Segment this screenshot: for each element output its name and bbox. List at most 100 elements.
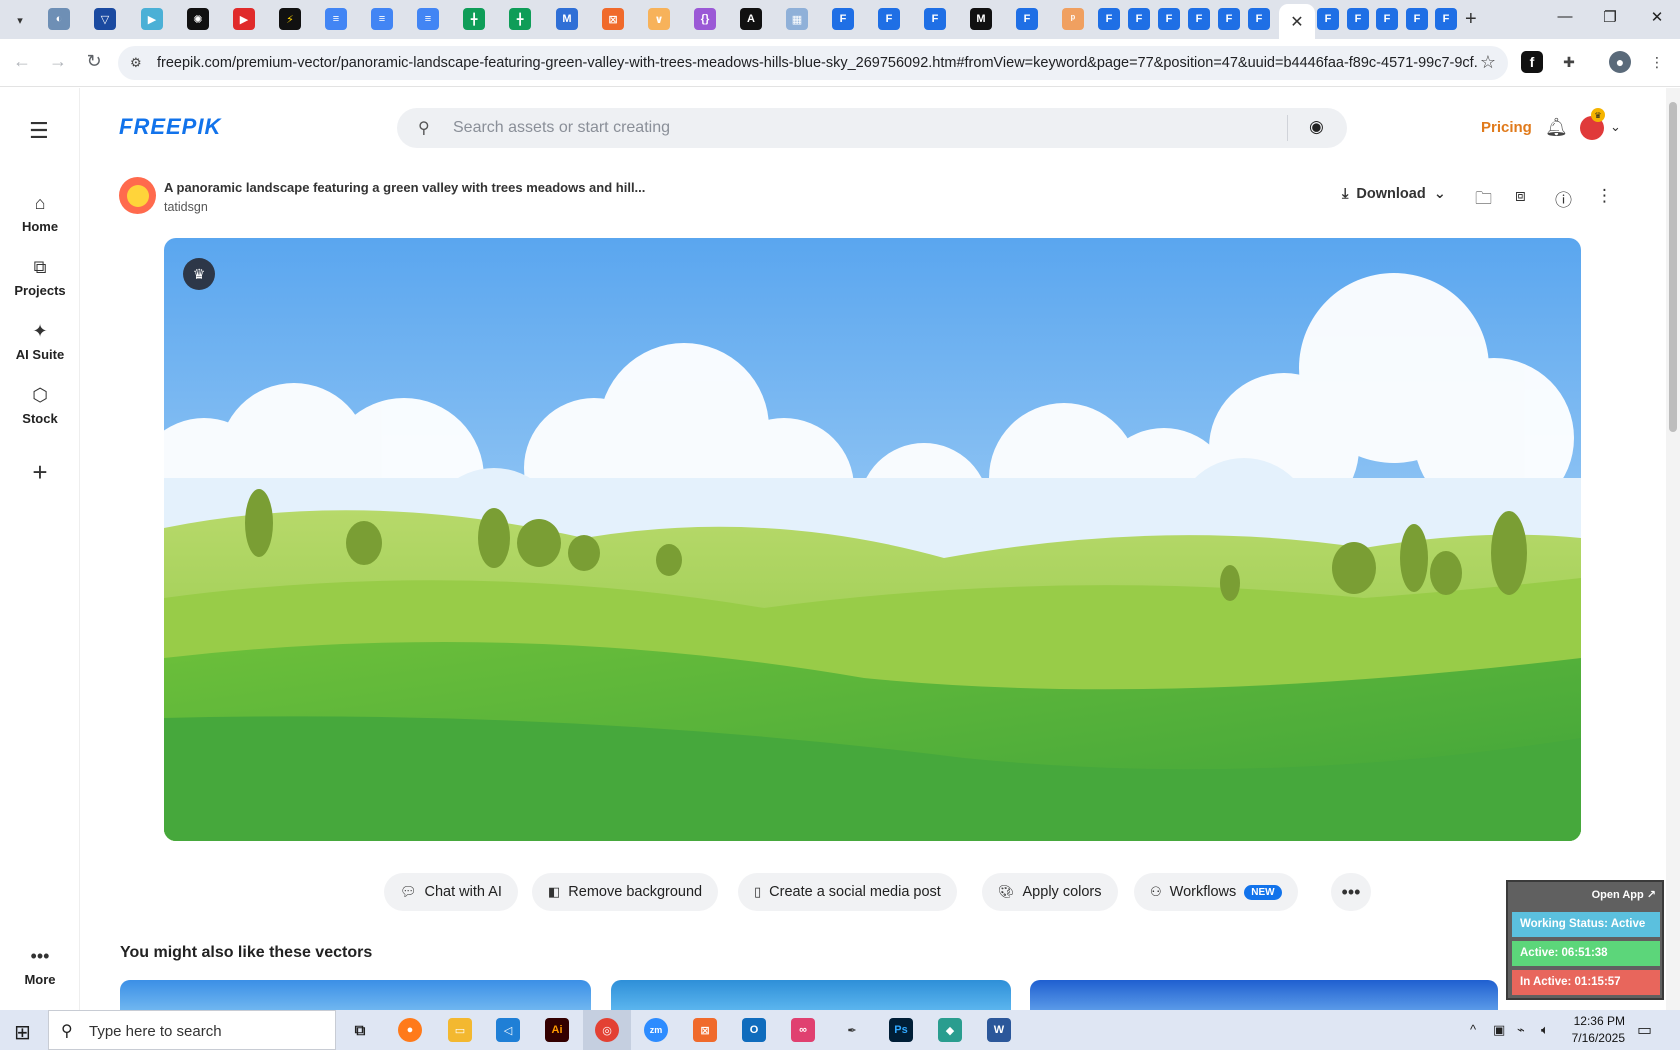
tab-favicon-18[interactable]: F (1158, 8, 1180, 30)
word-icon[interactable]: W (987, 1018, 1011, 1042)
tab-favicon-openai[interactable]: ✺ (187, 8, 209, 30)
workflows-button[interactable]: ⚇ Workflows NEW (1134, 873, 1298, 911)
omnibox[interactable]: ⚙ freepik.com/premium-vector/panoramic-l… (118, 46, 1508, 80)
related-thumbnail-1[interactable] (120, 980, 591, 1010)
notifications-icon[interactable]: ▭ (1637, 1020, 1652, 1040)
rail-item-ai-suite[interactable]: ✦ AI Suite (0, 321, 80, 364)
tab-favicon-24[interactable]: F (1376, 8, 1398, 30)
tab-favicon-22[interactable]: F (1317, 8, 1339, 30)
tab-favicon-1[interactable]: ◐ (48, 8, 70, 30)
more-actions-button[interactable]: ••• (1331, 873, 1371, 911)
add-button[interactable]: + (20, 452, 60, 492)
chrome-icon[interactable]: ◎ (595, 1018, 619, 1042)
notifications-bell-icon[interactable]: 🔔︎ (1545, 117, 1568, 138)
tab-search-icon[interactable]: ▾ (8, 8, 32, 32)
related-thumbnail-2[interactable] (611, 980, 1011, 1010)
taskbar-clock[interactable]: 12:36 PM 7/16/2025 (1565, 1013, 1625, 1047)
camera-search-icon[interactable]: ◉ (1309, 117, 1324, 137)
app-icon[interactable]: ◆ (938, 1018, 962, 1042)
tab-favicon-20[interactable]: F (1218, 8, 1240, 30)
minimize-icon[interactable]: — (1550, 8, 1580, 25)
tab-favicon-3[interactable]: ▶ (141, 8, 163, 30)
tray-chevron-up-icon[interactable]: ^ (1470, 1022, 1476, 1037)
tab-favicon-docs-1[interactable]: ≡ (325, 8, 347, 30)
tab-favicon-youtube[interactable]: ▶ (233, 8, 255, 30)
tab-favicon-14[interactable]: F (1016, 8, 1038, 30)
download-button[interactable]: ⤓ Download ⌄ (1342, 186, 1446, 202)
network-icon[interactable]: ⌁ (1517, 1022, 1525, 1038)
tab-favicon-2[interactable]: ▽ (94, 8, 116, 30)
related-thumbnail-3[interactable] (1030, 980, 1498, 1010)
open-app-link[interactable]: Open App ↗ (1592, 888, 1656, 901)
social-post-button[interactable]: ▯ Create a social media post (738, 873, 957, 911)
scrollbar-thumb[interactable] (1669, 102, 1677, 432)
tab-favicon-4[interactable]: M (556, 8, 578, 30)
account-chevron-down-icon[interactable]: ⌄ (1610, 119, 1621, 135)
active-tab-close-icon[interactable]: ✕ (1279, 4, 1315, 39)
profile-avatar-icon[interactable]: ● (1609, 51, 1631, 73)
freepik-logo[interactable]: FREEPIK (119, 114, 221, 140)
tab-favicon-19[interactable]: F (1188, 8, 1210, 30)
tab-favicon-25[interactable]: F (1406, 8, 1428, 30)
illustrator-icon[interactable]: Ai (545, 1018, 569, 1042)
landscape-preview-image[interactable] (164, 238, 1581, 841)
vscode-icon[interactable]: ◁ (496, 1018, 520, 1042)
xampp-icon[interactable]: ⊠ (693, 1018, 717, 1042)
tab-favicon-sheets-1[interactable]: ╋ (463, 8, 485, 30)
close-window-icon[interactable]: ✕ (1642, 8, 1672, 26)
tab-favicon-11[interactable]: F (878, 8, 900, 30)
taskbar-search[interactable]: ⚲ Type here to search (48, 1010, 336, 1050)
tab-favicon-12[interactable]: F (924, 8, 946, 30)
search-bar[interactable]: ⚲ ◉ (397, 108, 1347, 148)
tab-favicon-23[interactable]: F (1347, 8, 1369, 30)
tab-favicon-bolt[interactable]: ⚡ (279, 8, 301, 30)
author-avatar[interactable] (119, 177, 156, 214)
remove-background-button[interactable]: ◧ Remove background (532, 873, 719, 911)
rail-item-stock[interactable]: ⬡ Stock (0, 385, 80, 428)
more-options-icon[interactable]: ⋮ (1596, 186, 1613, 206)
save-to-folder-icon[interactable]: 🗀︎ (1475, 186, 1492, 215)
volume-icon[interactable]: 🔈︎ (1541, 1022, 1549, 1038)
extensions-puzzle-icon[interactable]: ✚ (1558, 51, 1580, 73)
tab-favicon-13[interactable]: M (970, 8, 992, 30)
tab-favicon-15[interactable]: ᵖ (1062, 8, 1084, 30)
photoshop-icon[interactable]: Ps (889, 1018, 913, 1042)
tab-favicon-10[interactable]: F (832, 8, 854, 30)
rail-item-home[interactable]: ⌂ Home (0, 193, 80, 236)
apply-colors-button[interactable]: 🎨︎ Apply colors (982, 873, 1118, 911)
tray-screen-icon[interactable]: ▣ (1493, 1022, 1505, 1038)
tab-favicon-sheets-2[interactable]: ╋ (509, 8, 531, 30)
tab-favicon-5[interactable]: ⊠ (602, 8, 624, 30)
windows-start-icon[interactable]: ⊞ (14, 1020, 31, 1045)
tab-favicon-8[interactable]: A (740, 8, 762, 30)
search-input[interactable] (453, 108, 1253, 148)
firefox-icon[interactable]: ● (398, 1018, 422, 1042)
pricing-link[interactable]: Pricing (1481, 119, 1532, 136)
asset-author-link[interactable]: tatidsgn (164, 200, 208, 214)
back-icon[interactable]: ← (10, 51, 34, 72)
outlook-icon[interactable]: O (742, 1018, 766, 1042)
tab-favicon-16[interactable]: F (1098, 8, 1120, 30)
bookmark-star-icon[interactable]: ☆ (1480, 52, 1496, 73)
tab-favicon-9[interactable]: ▦ (786, 8, 808, 30)
restore-icon[interactable]: ❐ (1595, 8, 1625, 26)
rail-item-projects[interactable]: ⧉ Projects (0, 257, 80, 300)
reload-icon[interactable]: ↻ (82, 51, 106, 72)
tab-favicon-21[interactable]: F (1248, 8, 1270, 30)
zoom-icon[interactable]: zm (644, 1018, 668, 1042)
rail-item-more[interactable]: ••• More (0, 946, 80, 989)
tab-favicon-docs-2[interactable]: ≡ (371, 8, 393, 30)
page-scrollbar[interactable] (1666, 88, 1680, 1010)
chat-with-ai-button[interactable]: 💬︎ Chat with AI (384, 873, 518, 911)
url-text[interactable]: freepik.com/premium-vector/panoramic-lan… (157, 55, 1477, 71)
creative-cloud-icon[interactable]: ∞ (791, 1018, 815, 1042)
file-explorer-icon[interactable]: ▭ (448, 1018, 472, 1042)
forward-icon[interactable]: → (46, 51, 70, 72)
tab-favicon-17[interactable]: F (1128, 8, 1150, 30)
info-icon[interactable]: ⓘ (1555, 186, 1572, 211)
hamburger-menu-icon[interactable]: ☰ (29, 118, 49, 144)
collection-icon[interactable]: ⧈ (1515, 186, 1526, 206)
site-settings-icon[interactable]: ⚙ (130, 55, 142, 71)
tab-favicon-docs-3[interactable]: ≡ (417, 8, 439, 30)
tab-favicon-6[interactable]: ∨ (648, 8, 670, 30)
